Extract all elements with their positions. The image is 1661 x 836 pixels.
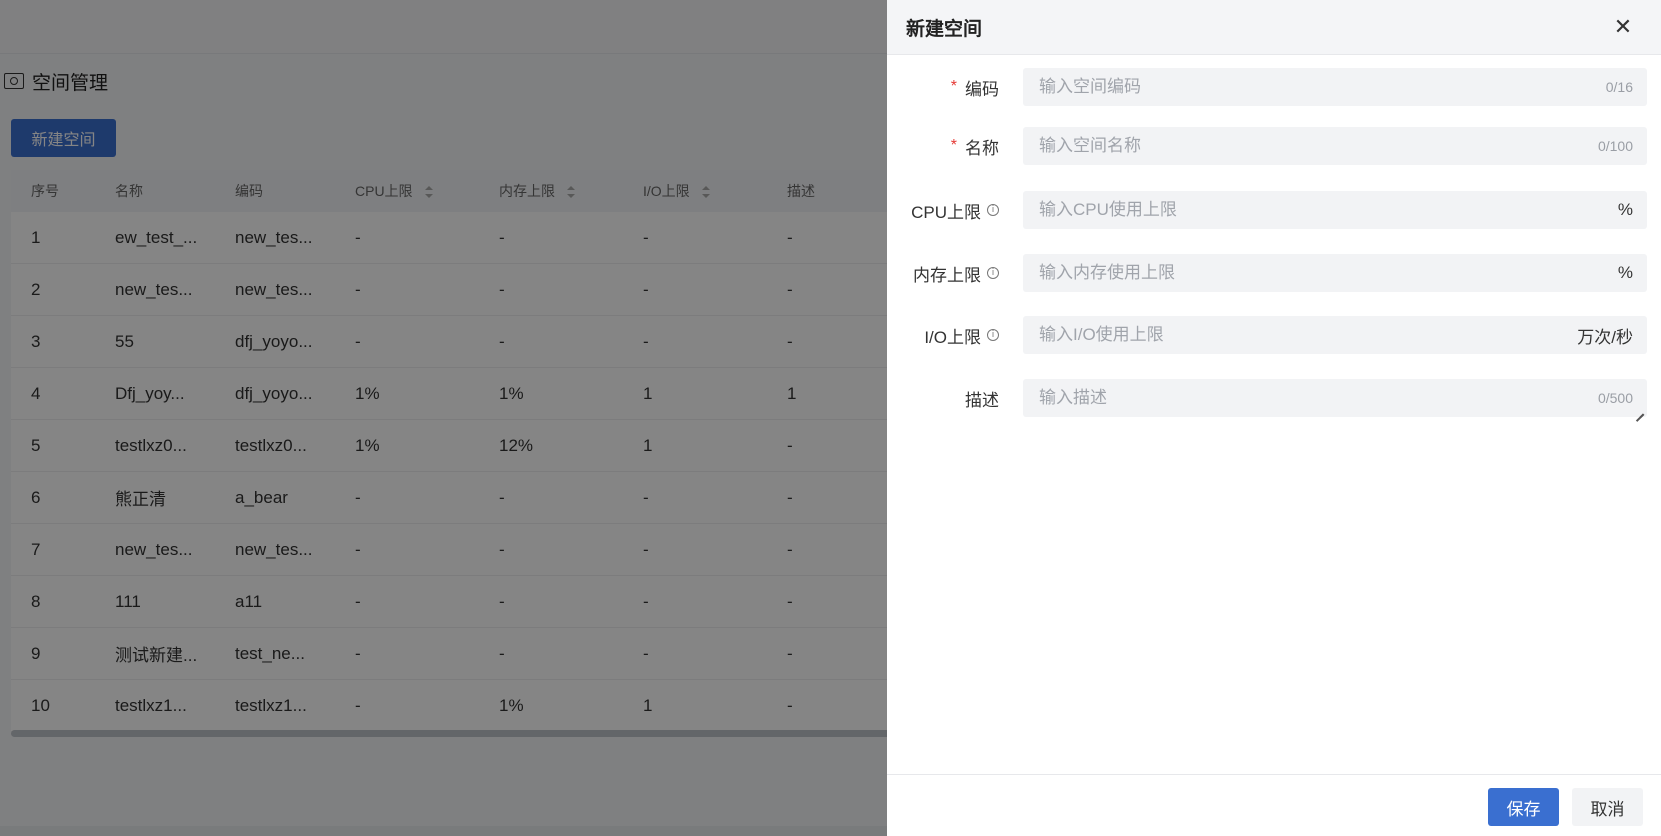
cancel-button[interactable]: 取消 (1572, 788, 1643, 826)
info-icon[interactable]: i (987, 267, 999, 279)
description-label-text: 描述 (965, 390, 999, 410)
required-mark: * (950, 78, 957, 95)
drawer-footer: 保存 取消 (887, 774, 1661, 836)
name-input[interactable] (1023, 127, 1598, 165)
memory-input[interactable] (1023, 254, 1618, 292)
io-label-text: I/O上限 (924, 327, 981, 347)
memory-field: 内存上限 i % (887, 254, 1661, 292)
name-char-counter: 0/100 (1597, 138, 1633, 154)
cpu-label: CPU上限 i (911, 191, 999, 229)
drawer-header: 新建空间 ✕ (887, 0, 1661, 55)
description-char-counter: 0/500 (1597, 390, 1633, 406)
cpu-label-text: CPU上限 (911, 202, 981, 222)
resize-handle-icon[interactable] (1635, 405, 1645, 415)
cpu-input-box: % (1023, 191, 1647, 229)
description-textarea[interactable] (1023, 379, 1598, 417)
new-space-drawer: 新建空间 ✕ * 编码 0/16 * 名称 0/100 (887, 0, 1661, 836)
cpu-unit: % (1617, 200, 1633, 219)
io-input-box: 万次/秒 (1023, 316, 1647, 354)
description-field: 描述 0/500 (887, 379, 1661, 417)
memory-label: 内存上限 i (913, 254, 999, 292)
info-icon[interactable]: i (987, 204, 999, 216)
code-label-text: 编码 (965, 79, 999, 99)
code-field: * 编码 0/16 (887, 68, 1661, 106)
info-icon[interactable]: i (987, 329, 999, 341)
cpu-input[interactable] (1023, 191, 1618, 229)
code-input[interactable] (1023, 68, 1606, 106)
memory-label-text: 内存上限 (913, 265, 981, 285)
drawer-title: 新建空间 (906, 19, 983, 40)
description-label: 描述 (965, 379, 999, 417)
name-field: * 名称 0/100 (887, 127, 1661, 165)
code-char-counter: 0/16 (1605, 79, 1633, 95)
modal-overlay[interactable] (0, 0, 887, 836)
io-unit: 万次/秒 (1577, 327, 1633, 347)
close-icon[interactable]: ✕ (1610, 15, 1636, 41)
io-input[interactable] (1023, 316, 1578, 354)
memory-input-box: % (1023, 254, 1647, 292)
save-button[interactable]: 保存 (1488, 788, 1559, 826)
code-label: * 编码 (951, 68, 999, 106)
cpu-field: CPU上限 i % (887, 191, 1661, 229)
memory-unit: % (1617, 263, 1633, 282)
name-label: * 名称 (951, 127, 999, 165)
name-label-text: 名称 (965, 138, 999, 158)
io-label: I/O上限 i (924, 316, 999, 354)
description-input-box: 0/500 (1023, 379, 1647, 417)
io-field: I/O上限 i 万次/秒 (887, 316, 1661, 354)
code-input-box: 0/16 (1023, 68, 1647, 106)
name-input-box: 0/100 (1023, 127, 1647, 165)
required-mark: * (950, 137, 957, 154)
